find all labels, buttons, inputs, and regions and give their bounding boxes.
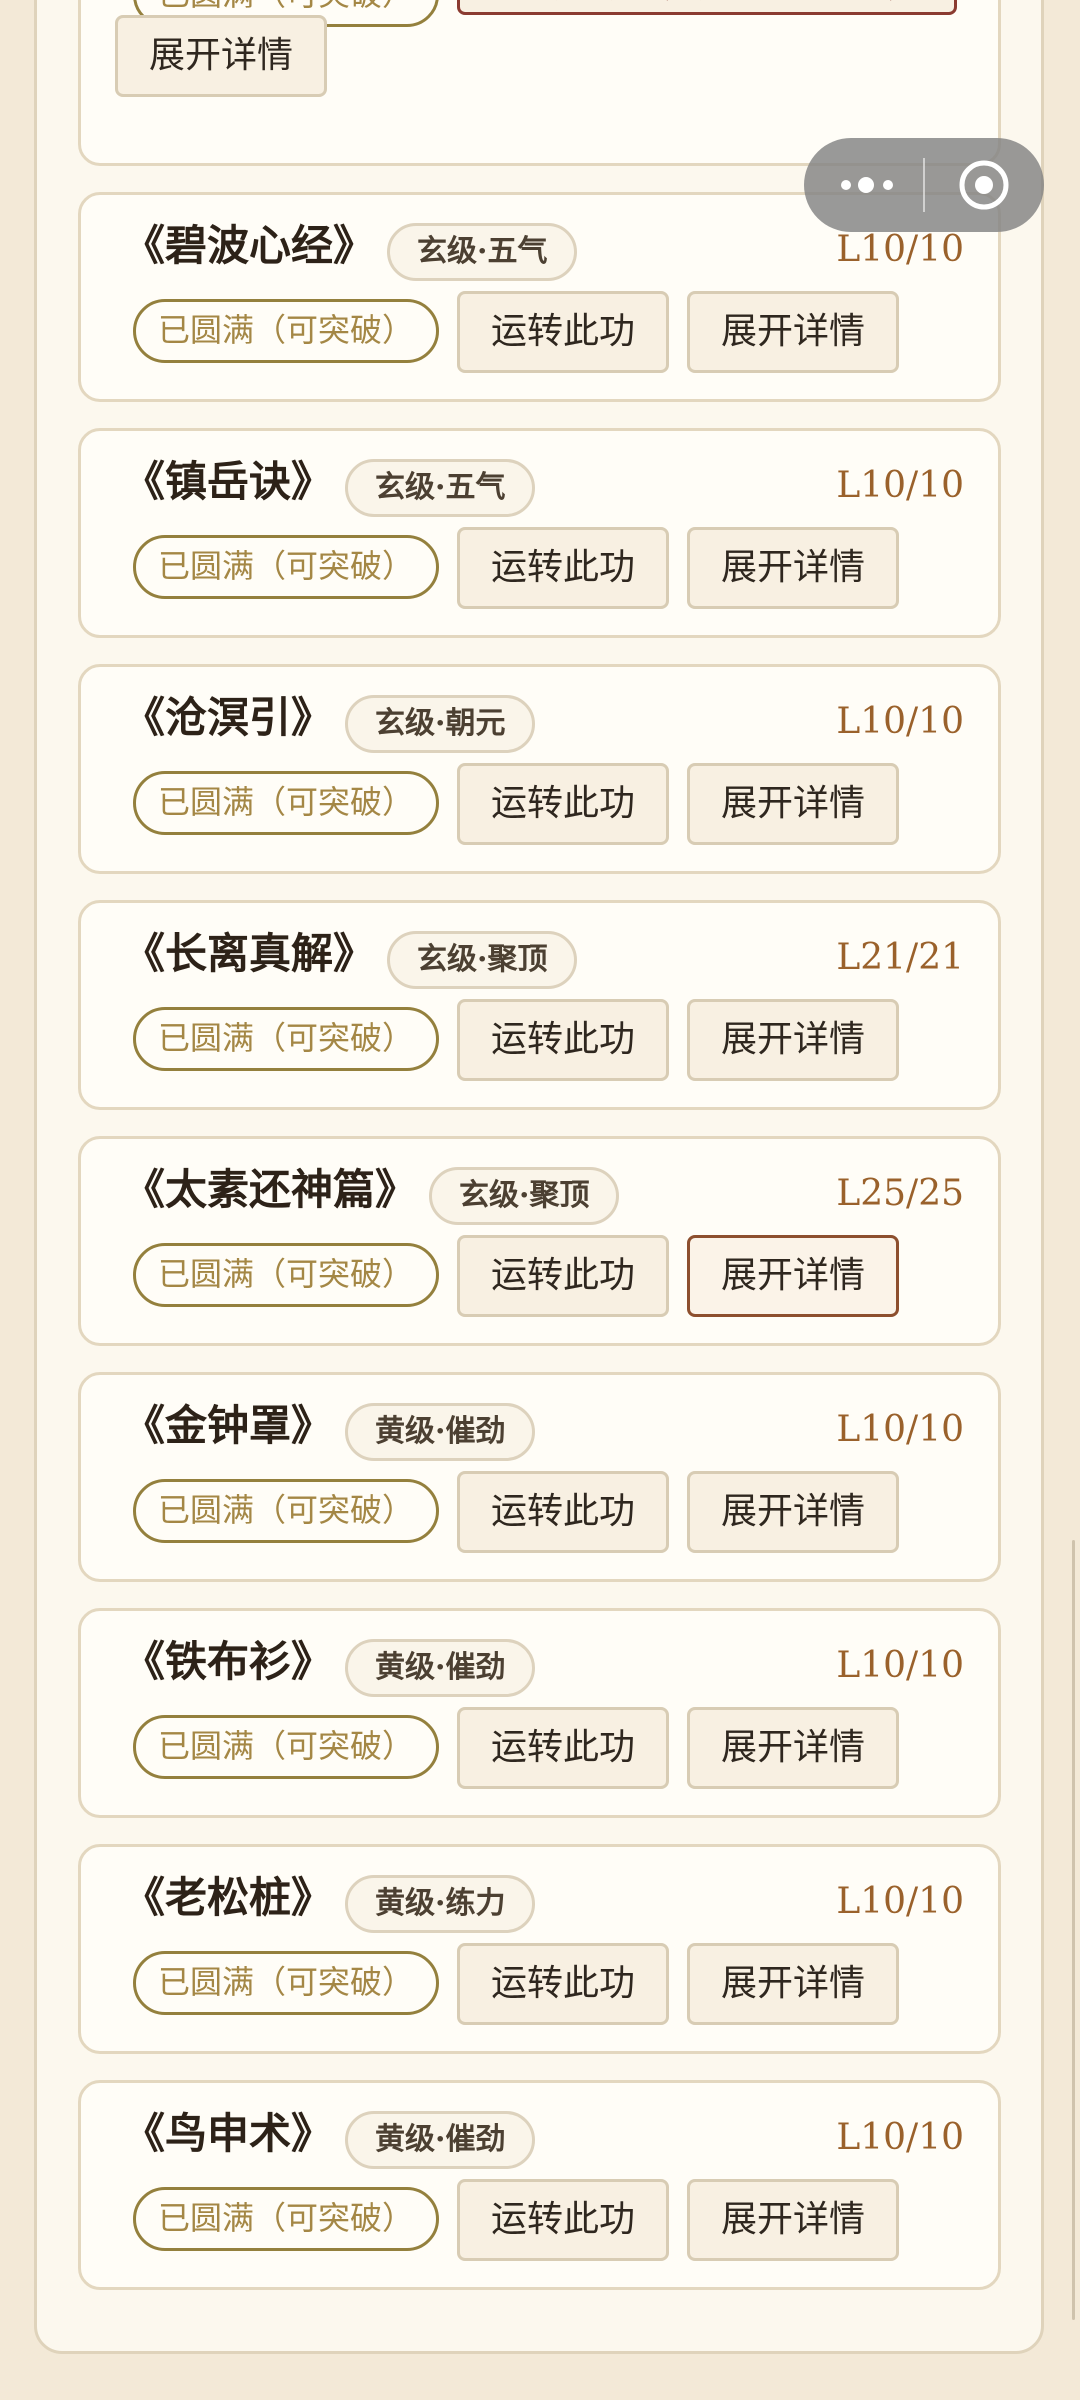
cultivate-button[interactable]: 运转此功 — [457, 527, 669, 609]
grade-badge: 玄级·五气 — [387, 223, 578, 281]
status-badge: 已圆满（可突破） — [133, 535, 439, 599]
technique-name: 《老松桩》 — [123, 1873, 334, 1922]
status-badge: 已圆满（可突破） — [133, 1243, 439, 1307]
level-text: L10/10 — [836, 465, 964, 506]
grade-badge: 黄级·催劲 — [345, 1639, 536, 1697]
level-text: L25/25 — [836, 1173, 964, 1214]
expand-details-button[interactable]: 展开详情 — [687, 291, 899, 373]
technique-card: 《太素还神篇》 玄级·聚顶 L25/25 已圆满（可突破） 运转此功 展开详情 — [78, 1136, 1001, 1346]
target-close-icon[interactable] — [955, 156, 1013, 214]
status-badge: 已圆满（可突破） — [133, 771, 439, 835]
technique-card: 《金钟罩》 黄级·催劲 L10/10 已圆满（可突破） 运转此功 展开详情 — [78, 1372, 1001, 1582]
status-badge: 已圆满（可突破） — [133, 1007, 439, 1071]
grade-badge: 玄级·五气 — [345, 459, 536, 517]
status-badge: 已圆满（可突破） — [133, 1715, 439, 1779]
level-text: L10/10 — [836, 701, 964, 742]
technique-name: 《铁布衫》 — [123, 1637, 334, 1686]
capsule-divider — [923, 158, 925, 212]
technique-card: 《长离真解》 玄级·聚顶 L21/21 已圆满（可突破） 运转此功 展开详情 — [78, 900, 1001, 1110]
mini-program-capsule — [804, 138, 1044, 232]
scrollbar[interactable] — [1072, 1540, 1075, 2320]
expand-details-button[interactable]: 展开详情 — [687, 1471, 899, 1553]
expand-details-button[interactable]: 展开详情 — [115, 15, 327, 97]
technique-name: 《镇岳诀》 — [123, 457, 334, 506]
grade-badge: 玄级·聚顶 — [387, 931, 578, 989]
technique-name: 《太素还神篇》 — [123, 1165, 418, 1214]
technique-name: 《金钟罩》 — [123, 1401, 334, 1450]
expand-details-button[interactable]: 展开详情 — [687, 2179, 899, 2261]
technique-name: 《长离真解》 — [123, 929, 376, 978]
cultivate-button[interactable]: 运转此功 — [457, 2179, 669, 2261]
technique-card: 《铁布衫》 黄级·催劲 L10/10 已圆满（可突破） 运转此功 展开详情 — [78, 1608, 1001, 1818]
expand-details-button[interactable]: 展开详情 — [687, 999, 899, 1081]
expand-details-button[interactable]: 展开详情 — [687, 527, 899, 609]
cultivate-button[interactable]: 运转此功 — [457, 999, 669, 1081]
cultivate-button[interactable]: 运转此功 — [457, 1235, 669, 1317]
cultivate-button[interactable]: 运转此功 — [457, 291, 669, 373]
status-badge: 已圆满（可突破） — [133, 1951, 439, 2015]
level-text: L10/10 — [836, 1645, 964, 1686]
technique-card: 《镇岳诀》 玄级·五气 L10/10 已圆满（可突破） 运转此功 展开详情 — [78, 428, 1001, 638]
level-text: L21/21 — [836, 937, 964, 978]
level-text: L10/10 — [836, 2117, 964, 2158]
technique-name: 《沧溟引》 — [123, 693, 334, 742]
technique-name: 《碧波心经》 — [123, 221, 376, 270]
cultivate-button[interactable]: 运转此功 — [457, 763, 669, 845]
grade-badge: 黄级·催劲 — [345, 1403, 536, 1461]
expand-details-button[interactable]: 展开详情 — [687, 1707, 899, 1789]
technique-card: 《老松桩》 黄级·练力 L10/10 已圆满（可突破） 运转此功 展开详情 — [78, 1844, 1001, 2054]
technique-name: 《鸟申术》 — [123, 2109, 334, 2158]
level-text: L10/10 — [836, 1409, 964, 1450]
expand-details-button[interactable]: 展开详情 — [687, 763, 899, 845]
stop-cultivate-button[interactable]: 停转此功（转回本境主修） — [457, 0, 957, 15]
technique-card: 《沧溟引》 玄级·朝元 L10/10 已圆满（可突破） 运转此功 展开详情 — [78, 664, 1001, 874]
technique-card: 《鸟申术》 黄级·催劲 L10/10 已圆满（可突破） 运转此功 展开详情 — [78, 2080, 1001, 2290]
status-badge: 已圆满（可突破） — [133, 1479, 439, 1543]
cultivate-button[interactable]: 运转此功 — [457, 1707, 669, 1789]
level-text: L10/10 — [836, 229, 964, 270]
more-dots-icon[interactable] — [836, 160, 902, 210]
grade-badge: 玄级·朝元 — [345, 695, 536, 753]
grade-badge: 黄级·练力 — [345, 1875, 536, 1933]
grade-badge: 玄级·聚顶 — [429, 1167, 620, 1225]
expand-details-button[interactable]: 展开详情 — [687, 1943, 899, 2025]
level-text: L10/10 — [836, 1881, 964, 1922]
status-badge: 已圆满（可突破） — [133, 299, 439, 363]
cultivate-button[interactable]: 运转此功 — [457, 1943, 669, 2025]
cultivate-button[interactable]: 运转此功 — [457, 1471, 669, 1553]
expand-details-button[interactable]: 展开详情 — [687, 1235, 899, 1317]
status-badge: 已圆满（可突破） — [133, 2187, 439, 2251]
grade-badge: 黄级·催劲 — [345, 2111, 536, 2169]
